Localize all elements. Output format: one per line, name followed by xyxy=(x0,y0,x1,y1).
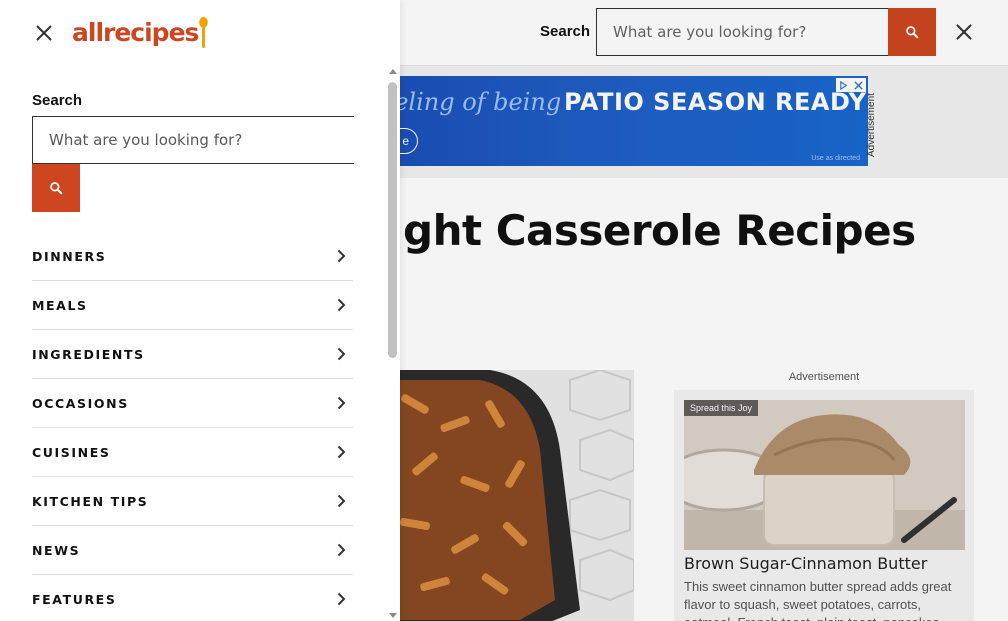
menu-scrollbar[interactable] xyxy=(387,66,398,621)
nav-item-news[interactable]: NEWS xyxy=(32,526,353,575)
nav-item-kitchen-tips[interactable]: KITCHEN TIPS xyxy=(32,477,353,526)
chevron-right-icon xyxy=(333,395,349,411)
nav-item-ingredients[interactable]: INGREDIENTS xyxy=(32,330,353,379)
nav-item-features[interactable]: FEATURES xyxy=(32,575,353,621)
nav-item-label: DINNERS xyxy=(32,248,107,264)
chevron-right-icon xyxy=(333,591,349,607)
chevron-right-icon xyxy=(333,297,349,313)
spoon-icon xyxy=(199,17,209,48)
chevron-right-icon xyxy=(333,248,349,264)
chevron-right-icon xyxy=(333,493,349,509)
menu-nav-list: DINNERS MEALS INGREDIENTS OCCASIONS CUIS… xyxy=(32,232,353,621)
chevron-right-icon xyxy=(333,346,349,362)
nav-item-label: INGREDIENTS xyxy=(32,346,145,362)
nav-item-meals[interactable]: MEALS xyxy=(32,281,353,330)
nav-item-label: NEWS xyxy=(32,542,81,558)
logo-text: allrecipes xyxy=(72,18,199,47)
search-icon xyxy=(50,182,63,195)
nav-item-dinners[interactable]: DINNERS xyxy=(32,232,353,281)
nav-item-label: KITCHEN TIPS xyxy=(32,493,149,509)
nav-item-label: OCCASIONS xyxy=(32,395,129,411)
chevron-right-icon xyxy=(333,444,349,460)
side-menu-drawer: allrecipes Search DINNERS MEALS INGREDIE… xyxy=(0,0,400,621)
menu-close-button[interactable] xyxy=(32,21,56,45)
search-label: Search xyxy=(32,92,83,109)
allrecipes-logo[interactable]: allrecipes xyxy=(72,16,209,50)
nav-item-label: CUISINES xyxy=(32,444,111,460)
nav-item-occasions[interactable]: OCCASIONS xyxy=(32,379,353,428)
nav-item-cuisines[interactable]: CUISINES xyxy=(32,428,353,477)
search-button[interactable] xyxy=(32,164,80,212)
nav-item-label: FEATURES xyxy=(32,591,117,607)
scroll-down-arrow-icon[interactable] xyxy=(388,611,398,621)
search-input[interactable] xyxy=(32,116,354,164)
scroll-thumb[interactable] xyxy=(388,82,397,358)
chevron-right-icon xyxy=(333,542,349,558)
nav-item-label: MEALS xyxy=(32,297,88,313)
close-icon xyxy=(36,25,52,41)
scroll-up-arrow-icon[interactable] xyxy=(388,66,398,76)
